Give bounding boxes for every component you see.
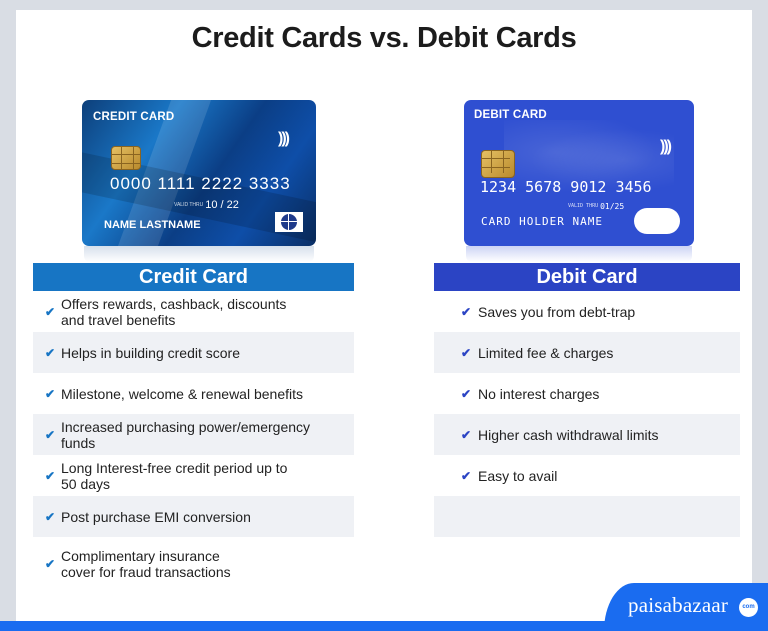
list-item: ✔ Milestone, welcome & renewal benefits (33, 373, 354, 414)
list-item: ✔ Higher cash withdrawal limits (434, 414, 740, 455)
debit-card-heading: Debit Card (434, 263, 740, 291)
list-item: ✔ Saves you from debt-trap (434, 291, 740, 332)
card-reflection (466, 246, 692, 262)
check-icon: ✔ (44, 557, 56, 571)
item-text: Increased purchasing power/emergency fun… (61, 418, 311, 451)
debit-card-expiry: VALID THRU 01/25 (568, 202, 624, 211)
credit-card-column: Credit Card ✔ Offers rewards, cashback, d… (33, 263, 354, 591)
credit-card-number: 0000 1111 2222 3333 (110, 174, 291, 193)
globe-icon (281, 214, 297, 230)
contactless-icon: ))) (278, 130, 290, 147)
credit-card-expiry: VALID THRU 10 / 22 (174, 199, 239, 211)
item-text: No interest charges (478, 385, 600, 402)
item-text: Helps in building credit score (61, 344, 240, 361)
card-network-logo (275, 212, 303, 232)
expiry-value: 01/25 (600, 202, 625, 211)
item-text: Higher cash withdrawal limits (478, 426, 659, 443)
brand-logo: paisabazaar (628, 593, 729, 617)
credit-card-label: CREDIT CARD (93, 111, 175, 123)
check-icon: ✔ (44, 345, 56, 360)
list-item: ✔ Easy to avail (434, 455, 740, 496)
credit-card-name: NAME LASTNAME (104, 219, 201, 231)
item-text: Offers rewards, cashback, discounts and … (61, 295, 287, 328)
check-icon: ✔ (44, 509, 56, 524)
check-icon: ✔ (460, 345, 472, 360)
list-item: ✔ Helps in building credit score (33, 332, 354, 373)
page-title: Credit Cards vs. Debit Cards (191, 22, 577, 54)
brand-badge-icon: com (739, 598, 758, 617)
valid-label: VALID THRU (568, 203, 599, 209)
list-item: ✔ Complimentary insurance cover for fraud… (33, 537, 354, 591)
check-icon: ✔ (44, 386, 56, 401)
item-text: Limited fee & charges (478, 344, 614, 361)
empty-row (434, 496, 740, 537)
debit-card-name: CARD HOLDER NAME (481, 215, 603, 228)
debit-card-label: DEBIT CARD (474, 109, 547, 121)
debit-card-image: DEBIT CARD ))) 1234 5678 9012 3456 VALID… (464, 100, 694, 246)
item-text: Complimentary insurance cover for fraud … (61, 548, 231, 580)
credit-card-heading: Credit Card (33, 263, 354, 291)
debit-card-column: Debit Card ✔ Saves you from debt-trap ✔ Li… (434, 263, 740, 537)
check-icon: ✔ (460, 468, 472, 483)
check-icon: ✔ (460, 427, 472, 442)
item-text: Milestone, welcome & renewal benefits (61, 385, 304, 402)
contactless-icon: ))) (660, 138, 672, 155)
chip-icon (481, 150, 515, 178)
card-reflection (84, 246, 314, 262)
check-icon: ✔ (44, 427, 56, 442)
check-icon: ✔ (460, 386, 472, 401)
chip-icon (111, 146, 141, 170)
item-text: Long Interest-free credit period up to 5… (61, 459, 288, 492)
check-icon: ✔ (44, 304, 56, 319)
list-item: ✔ Long Interest-free credit period up to … (33, 455, 354, 496)
item-text: Post purchase EMI conversion (61, 508, 251, 525)
list-item: ✔ Limited fee & charges (434, 332, 740, 373)
item-text: Easy to avail (478, 467, 558, 484)
valid-thru-label: VALID THRU (174, 201, 204, 208)
list-item: ✔ Offers rewards, cashback, discounts and… (33, 291, 354, 332)
item-text: Saves you from debt-trap (478, 303, 636, 320)
check-icon: ✔ (44, 468, 56, 483)
list-item: ✔ Increased purchasing power/emergency fu… (33, 414, 354, 455)
credit-card-image: CREDIT CARD ))) 0000 1111 2222 3333 VALI… (82, 100, 316, 246)
card-hologram (634, 208, 680, 234)
debit-card-number: 1234 5678 9012 3456 (480, 178, 652, 196)
list-item: ✔ No interest charges (434, 373, 740, 414)
list-item: ✔ Post purchase EMI conversion (33, 496, 354, 537)
check-icon: ✔ (460, 304, 472, 319)
expiry-value: 10 / 22 (205, 199, 239, 211)
